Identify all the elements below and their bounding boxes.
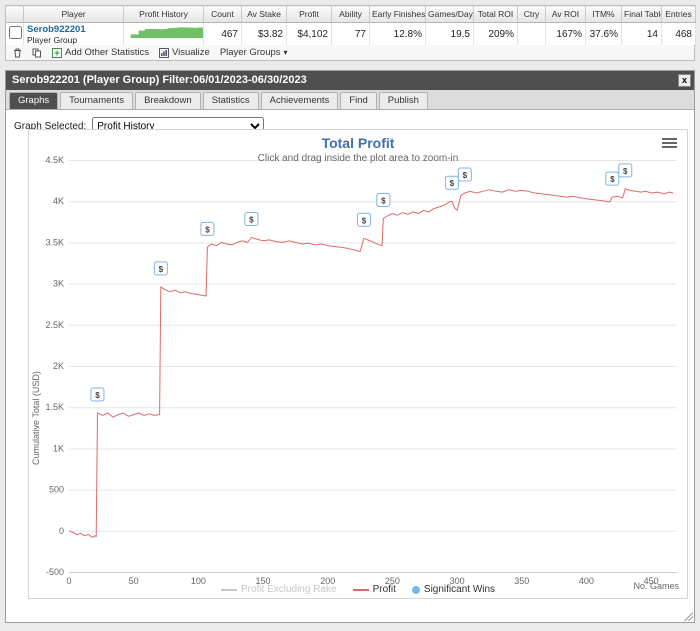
cell-entries: 468 bbox=[661, 22, 696, 46]
trash-icon bbox=[14, 48, 21, 57]
svg-text:4K: 4K bbox=[53, 196, 64, 206]
col-header-early-finishes[interactable]: Early Finishes bbox=[369, 5, 426, 23]
player-name-link[interactable]: Serob922201 bbox=[27, 24, 120, 35]
svg-text:$: $ bbox=[249, 215, 254, 224]
profit-sparkline bbox=[127, 27, 203, 38]
col-header-entries[interactable]: Entries bbox=[661, 5, 696, 23]
legend-swatch-dot bbox=[411, 585, 420, 594]
svg-text:$: $ bbox=[381, 197, 386, 206]
player-stats-table: Player Profit History Count Av Stake Pro… bbox=[5, 5, 696, 46]
svg-text:-500: -500 bbox=[46, 567, 64, 577]
visualize-button[interactable]: Visualize bbox=[157, 47, 212, 58]
copy-button[interactable] bbox=[30, 48, 44, 58]
legend-item-profit[interactable]: Profit bbox=[352, 584, 396, 595]
tab-publish[interactable]: Publish bbox=[378, 92, 428, 109]
copy-icon bbox=[32, 48, 41, 57]
legend-item-significant-wins[interactable]: Significant Wins bbox=[411, 584, 496, 595]
player-groups-menu[interactable]: Player Groups ▾ bbox=[218, 47, 290, 58]
tab-statistics[interactable]: Statistics bbox=[202, 92, 259, 109]
col-header-player[interactable]: Player bbox=[23, 5, 124, 23]
legend-swatch-line bbox=[352, 588, 369, 591]
legend-swatch-line bbox=[220, 588, 237, 591]
panel-resize-handle[interactable] bbox=[682, 610, 693, 621]
svg-text:3K: 3K bbox=[53, 279, 64, 289]
cell-ability: 77 bbox=[331, 22, 370, 46]
cell-total-roi: 209% bbox=[473, 22, 518, 46]
cell-av-roi: 167% bbox=[545, 22, 586, 46]
col-header-av-roi[interactable]: Av ROI bbox=[545, 5, 586, 23]
tab-breakdown[interactable]: Breakdown bbox=[135, 92, 201, 109]
visualize-icon bbox=[158, 47, 169, 58]
delete-button[interactable] bbox=[11, 48, 24, 58]
chart-menu-icon[interactable] bbox=[662, 138, 677, 150]
total-profit-chart: 4.5K 4K 3.5K 3K 2.5K 2K 1.5K 1K 500 0 -500 0 50 100 15… bbox=[28, 129, 688, 599]
svg-text:3.5K: 3.5K bbox=[45, 237, 64, 247]
tab-achievements[interactable]: Achievements bbox=[260, 92, 339, 109]
cell-final-table: 14 bbox=[621, 22, 662, 46]
add-other-statistics-button[interactable]: Add Other Statistics bbox=[50, 47, 151, 58]
close-button[interactable]: x bbox=[678, 74, 691, 87]
col-header-total-roi[interactable]: Total ROI bbox=[473, 5, 518, 23]
legend-label: Significant Wins bbox=[423, 584, 496, 595]
svg-text:0: 0 bbox=[59, 526, 64, 536]
cell-early-finishes: 12.8% bbox=[369, 22, 426, 46]
legend-item-profit-excluding-rake[interactable]: Profit Excluding Rake bbox=[220, 584, 337, 595]
panel-header: Serob922201 (Player Group) Filter:06/01/… bbox=[6, 71, 694, 90]
col-header-ability[interactable]: Ability bbox=[331, 5, 370, 23]
svg-text:$: $ bbox=[623, 167, 628, 176]
svg-text:500: 500 bbox=[49, 485, 64, 495]
chart-subtitle: Click and drag inside the plot area to z… bbox=[257, 153, 459, 164]
legend-label: Profit Excluding Rake bbox=[240, 584, 337, 595]
panel-tab-bar: Graphs Tournaments Breakdown Statistics … bbox=[6, 90, 694, 110]
col-header-profit[interactable]: Profit bbox=[286, 5, 332, 23]
chevron-down-icon: ▾ bbox=[283, 48, 288, 57]
cell-count: 467 bbox=[203, 22, 242, 46]
cell-games-day: 19.5 bbox=[425, 22, 474, 46]
svg-text:$: $ bbox=[463, 171, 468, 180]
svg-text:$: $ bbox=[362, 216, 367, 225]
tab-find[interactable]: Find bbox=[340, 92, 377, 109]
col-header-count[interactable]: Count bbox=[203, 5, 242, 23]
add-other-statistics-label: Add Other Statistics bbox=[65, 47, 149, 58]
svg-text:2.5K: 2.5K bbox=[45, 320, 64, 330]
col-header-profit-history[interactable]: Profit History bbox=[123, 5, 204, 23]
col-header-select[interactable] bbox=[5, 5, 24, 23]
col-header-final-table[interactable]: Final Table: bbox=[621, 5, 662, 23]
svg-text:$: $ bbox=[610, 175, 615, 184]
row-select-checkbox[interactable] bbox=[9, 26, 22, 39]
tab-tournaments[interactable]: Tournaments bbox=[60, 92, 134, 109]
cell-profit: $4,102 bbox=[286, 22, 332, 46]
table-row[interactable]: Serob922201 Player Group 467 $3.82 $4,10… bbox=[5, 22, 696, 46]
add-statistics-icon bbox=[52, 47, 62, 58]
svg-text:$: $ bbox=[205, 225, 210, 234]
player-groups-label: Player Groups bbox=[219, 47, 281, 58]
col-header-itm[interactable]: ITM% bbox=[585, 5, 622, 23]
svg-text:$: $ bbox=[95, 391, 100, 400]
chart-title: Total Profit bbox=[321, 135, 395, 151]
cell-itm: 37.6% bbox=[585, 22, 622, 46]
tab-graphs[interactable]: Graphs bbox=[9, 92, 59, 109]
svg-text:1K: 1K bbox=[53, 443, 64, 453]
profit-chart-svg[interactable]: 4.5K4K3.5K3K2.5K2K1.5K1K5000-5000 50 100 15… bbox=[29, 130, 687, 598]
col-header-games-day[interactable]: Games/Day bbox=[425, 5, 474, 23]
cell-ctry bbox=[517, 22, 546, 46]
table-toolbar: Add Other Statistics Visualize Player Gr… bbox=[5, 45, 695, 61]
svg-text:$: $ bbox=[159, 265, 164, 274]
player-sub-label: Player Group bbox=[27, 34, 78, 45]
legend-label: Profit bbox=[372, 584, 396, 595]
chart-legend: Profit Excluding Rake Profit Significant… bbox=[29, 584, 687, 595]
svg-text:2K: 2K bbox=[53, 361, 64, 371]
panel-title: Serob922201 (Player Group) Filter:06/01/… bbox=[12, 74, 307, 86]
y-axis-title: Cumulative Total (USD) bbox=[31, 371, 41, 465]
table-header-row: Player Profit History Count Av Stake Pro… bbox=[5, 5, 696, 23]
visualize-label: Visualize bbox=[171, 47, 210, 58]
cell-av-stake: $3.82 bbox=[241, 22, 287, 46]
svg-text:$: $ bbox=[450, 179, 455, 188]
player-detail-panel: Serob922201 (Player Group) Filter:06/01/… bbox=[5, 70, 695, 623]
col-header-av-stake[interactable]: Av Stake bbox=[241, 5, 287, 23]
svg-text:1.5K: 1.5K bbox=[45, 402, 64, 412]
col-header-ctry[interactable]: Ctry bbox=[517, 5, 546, 23]
